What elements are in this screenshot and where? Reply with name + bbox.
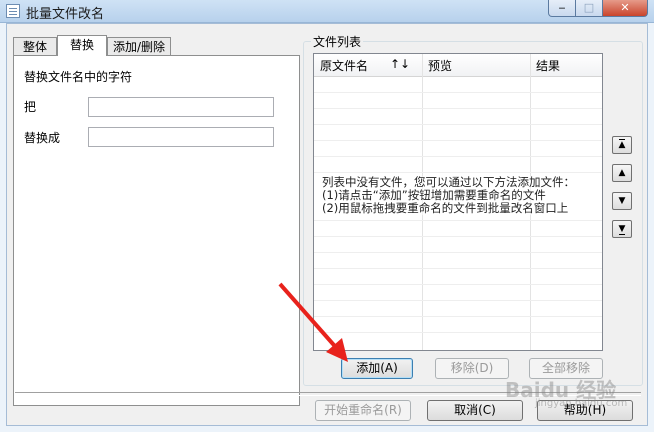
move-top-icon: ▲ <box>618 139 626 150</box>
list-gridline <box>314 284 602 285</box>
rename-window: 批量文件改名 ‒ □ ✕ 整体 替换 添加/删除 替换文件名中的字符 把 替换成… <box>0 0 654 432</box>
list-gridline <box>314 156 602 157</box>
list-gridline <box>314 108 602 109</box>
move-bottom-button[interactable]: ▼ <box>612 220 632 238</box>
maximize-button[interactable]: □ <box>575 0 603 17</box>
list-header: 原文件名 ↑↓ 预览 结果 <box>314 54 602 77</box>
file-list-title: 文件列表 <box>311 33 364 50</box>
tab-add-delete[interactable]: 添加/删除 <box>107 37 171 56</box>
sort-icon[interactable]: ↑↓ <box>390 57 410 71</box>
replace-label: 替换成 <box>24 131 61 145</box>
list-gridline <box>314 172 602 173</box>
move-up-icon: ▲ <box>618 168 626 178</box>
replace-input[interactable] <box>88 127 274 147</box>
start-rename-button[interactable]: 开始重命名(R) <box>315 400 411 421</box>
find-input[interactable] <box>88 97 274 117</box>
find-label: 把 <box>24 100 37 114</box>
list-gridline <box>314 300 602 301</box>
list-gridline <box>314 252 602 253</box>
tab-whole[interactable]: 整体 <box>13 37 57 56</box>
column-preview[interactable]: 预览 <box>428 57 452 74</box>
add-button[interactable]: 添加(A) <box>341 358 413 379</box>
window-title: 批量文件改名 <box>26 7 105 22</box>
move-down-icon: ▼ <box>618 196 626 206</box>
close-button[interactable]: ✕ <box>602 0 648 17</box>
list-gridline <box>314 268 602 269</box>
remove-button[interactable]: 移除(D) <box>435 358 509 379</box>
list-gridline <box>314 316 602 317</box>
list-gridline <box>314 332 602 333</box>
cancel-button[interactable]: 取消(C) <box>427 400 523 421</box>
list-gridline <box>314 124 602 125</box>
list-gridline <box>314 236 602 237</box>
replace-tab-panel: 替换文件名中的字符 把 替换成 <box>13 55 300 406</box>
app-icon <box>6 4 20 18</box>
minimize-button[interactable]: ‒ <box>548 0 576 17</box>
list-gridline <box>314 92 602 93</box>
column-result[interactable]: 结果 <box>536 57 560 74</box>
title-bar[interactable]: 批量文件改名 ‒ □ ✕ <box>0 0 654 23</box>
empty-list-message: 列表中没有文件，您可以通过以下方法添加文件： (1)请点击“添加”按钮增加需要重… <box>322 176 602 215</box>
baidu-watermark-url: jingyan.baidu.com <box>535 398 628 409</box>
column-original-name[interactable]: 原文件名 <box>320 57 368 74</box>
file-listview[interactable]: 原文件名 ↑↓ 预览 结果 列表中没有文件，您可以通过以下方法添加文件： (1)… <box>313 53 603 351</box>
list-gridline <box>314 220 602 221</box>
move-top-button[interactable]: ▲ <box>612 136 632 154</box>
move-up-button[interactable]: ▲ <box>612 164 632 182</box>
replace-heading: 替换文件名中的字符 <box>24 70 133 84</box>
move-down-button[interactable]: ▼ <box>612 192 632 210</box>
move-bottom-icon: ▼ <box>618 224 626 235</box>
list-gridline <box>314 140 602 141</box>
dialog-body: 整体 替换 添加/删除 替换文件名中的字符 把 替换成 文件列表 原文件名 ↑↓… <box>6 23 648 426</box>
tab-replace[interactable]: 替换 <box>57 35 107 56</box>
